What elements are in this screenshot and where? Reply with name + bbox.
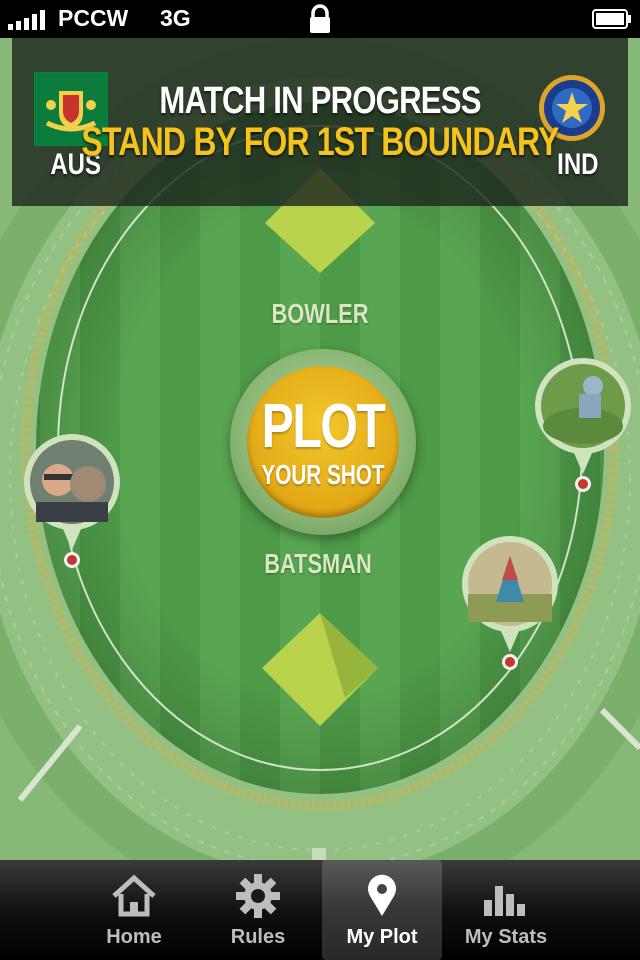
- bowler-label: BOWLER: [271, 298, 369, 329]
- player-pin-left[interactable]: [22, 432, 122, 572]
- network-type: 3G: [160, 5, 191, 31]
- player-pin-bottom[interactable]: [460, 534, 560, 674]
- carrier-name: PCCW: [58, 5, 129, 31]
- match-status-title: MATCH IN PROGRESS: [159, 80, 481, 122]
- home-icon: [112, 874, 156, 917]
- plot-button-subtitle: YOUR SHOT: [261, 459, 385, 490]
- tab-my-stats-label: My Stats: [464, 926, 548, 948]
- battery-icon: [592, 9, 631, 29]
- tab-my-plot-label: My Plot: [346, 926, 418, 948]
- gear-icon: [236, 874, 280, 918]
- tab-home-label: Home: [106, 926, 162, 948]
- location-pin-icon: [368, 874, 396, 916]
- tab-my-stats[interactable]: My Stats: [446, 860, 566, 960]
- status-bar: PCCW 3G: [0, 0, 640, 38]
- signal-strength-icon: [8, 10, 45, 30]
- bar-chart-icon: [484, 886, 525, 916]
- lock-icon: [310, 4, 330, 33]
- player-pin-right[interactable]: [533, 356, 633, 496]
- tab-bar: Home Rules My Plot My Stats: [0, 860, 640, 960]
- tab-my-plot[interactable]: My Plot: [322, 860, 442, 960]
- plot-your-shot-button[interactable]: PLOT YOUR SHOT: [230, 349, 416, 535]
- match-status-subtitle: STAND BY FOR 1ST BOUNDARY: [81, 120, 559, 164]
- tab-home[interactable]: Home: [74, 860, 194, 960]
- tab-rules-label: Rules: [230, 926, 286, 948]
- plot-button-title: PLOT: [261, 392, 386, 461]
- tab-rules[interactable]: Rules: [198, 860, 318, 960]
- batsman-label: BATSMAN: [264, 548, 372, 579]
